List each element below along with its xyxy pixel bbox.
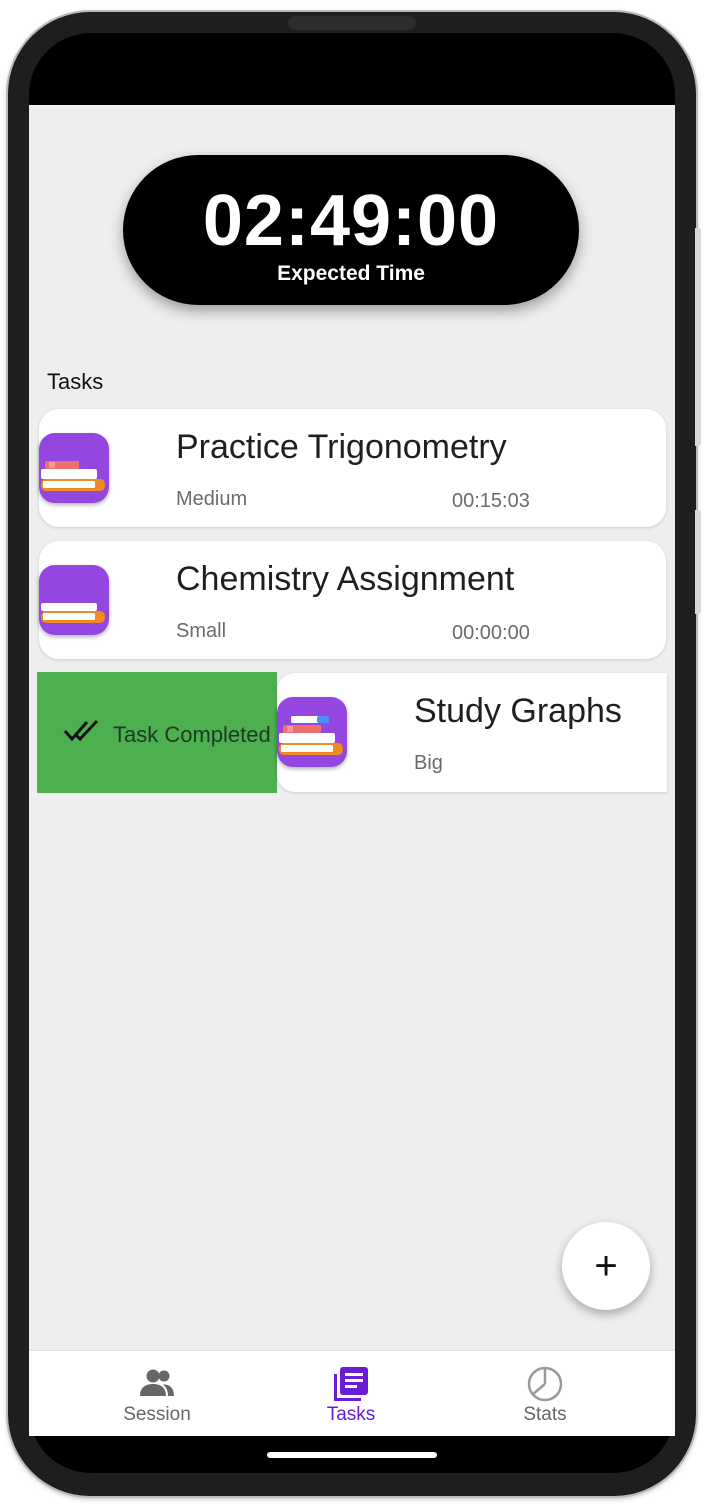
nav-label: Stats [523,1404,567,1425]
double-check-icon [63,719,99,742]
books-icon [277,697,347,767]
books-icon [39,565,109,635]
nav-label: Tasks [326,1404,376,1425]
section-title: Tasks [47,369,104,394]
timer-value: 02:49:00 [202,181,500,261]
volume-button [695,228,701,446]
phone-speaker [288,16,416,30]
task-completed-action[interactable]: Task Completed [37,672,277,793]
nav-label: Session [123,1404,191,1425]
nav-item-tasks[interactable]: Tasks [261,1351,441,1436]
add-task-button[interactable]: + [562,1222,650,1310]
books-icon [39,433,109,503]
app-screen: 02:49:00 Expected Time Tasks Practice Tr… [29,105,675,1436]
task-title: Study Graphs [414,692,622,730]
pie-chart-icon [527,1366,563,1402]
home-indicator[interactable] [267,1452,437,1458]
task-size: Medium [176,488,248,510]
timer-label: Expected Time [277,262,425,285]
task-size: Small [176,620,227,642]
task-title: Chemistry Assignment [176,560,515,598]
task-card[interactable]: Study Graphs Big [277,673,667,792]
expected-time-display: 02:49:00 Expected Time [123,155,579,305]
task-card[interactable]: Chemistry Assignment Small 00:00:00 [39,541,666,659]
swipe-task-row[interactable]: Task Completed Study Graphs Big [37,672,667,793]
task-card[interactable]: Practice Trigonometry Medium 00:15:03 [39,409,666,527]
nav-item-stats[interactable]: Stats [455,1351,635,1436]
task-title: Practice Trigonometry [176,428,507,466]
people-icon [140,1369,174,1396]
nav-item-session[interactable]: Session [67,1351,247,1436]
task-completed-label: Task Completed [113,722,271,747]
task-list-icon [334,1367,368,1401]
bottom-navigation: Session Tasks Stats [29,1350,675,1436]
power-button [695,510,701,614]
task-time: 00:00:00 [452,622,530,644]
task-time: 00:15:03 [452,490,530,512]
task-size: Big [414,752,443,774]
add-icon: + [594,1244,618,1288]
